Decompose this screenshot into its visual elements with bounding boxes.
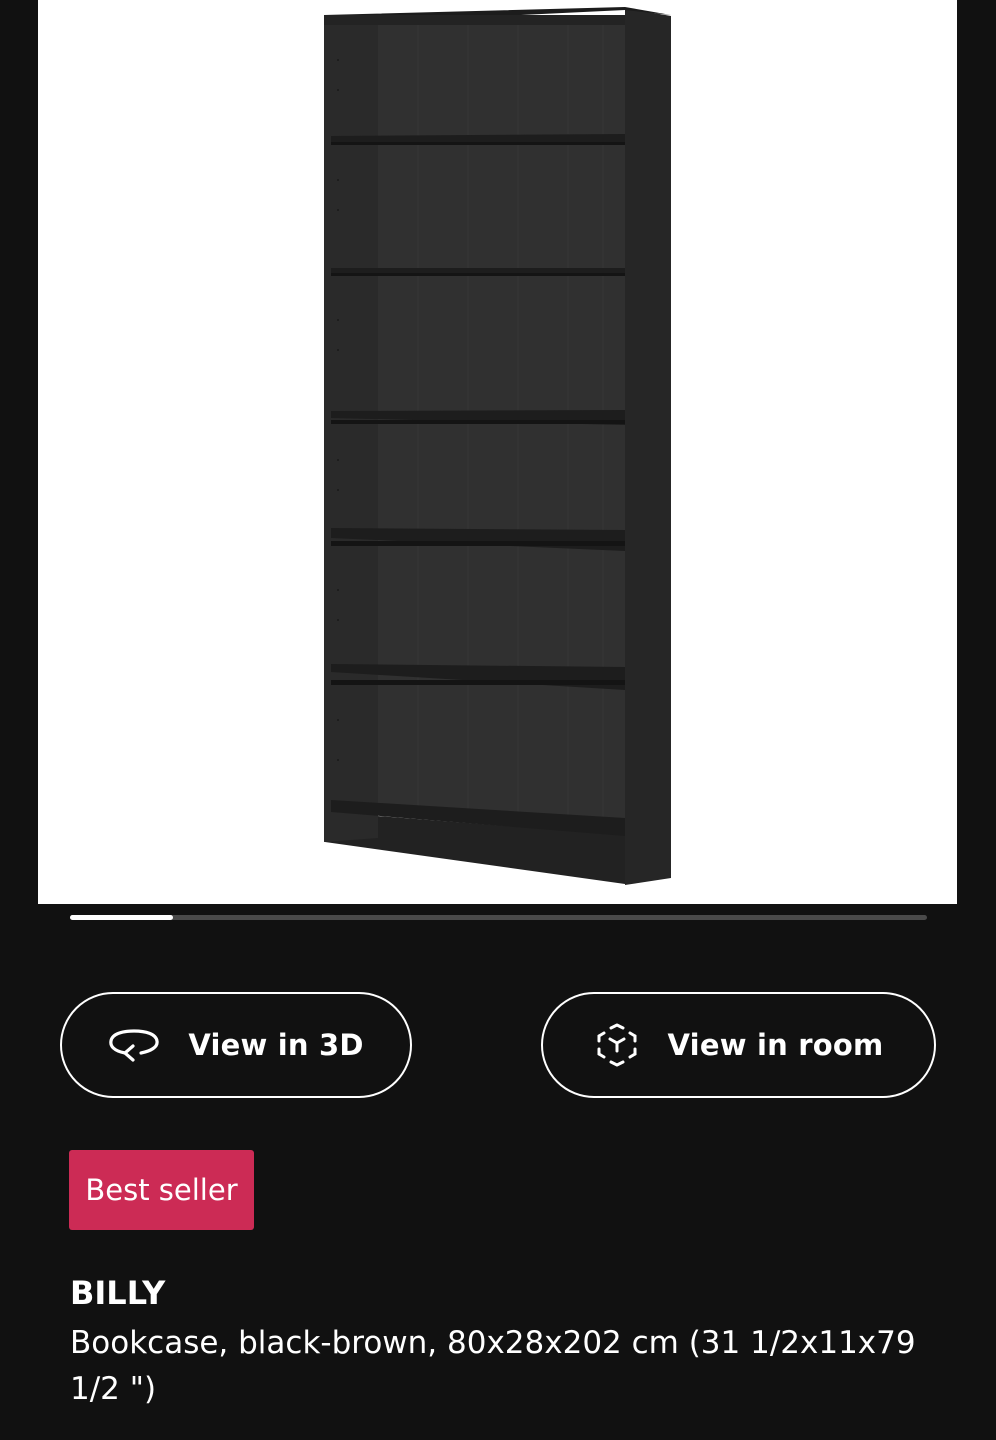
view-in-room-label: View in room bbox=[667, 1028, 884, 1062]
product-name: BILLY bbox=[70, 1274, 166, 1312]
view-in-room-button[interactable]: View in room bbox=[541, 992, 936, 1098]
bookcase-image bbox=[324, 7, 671, 885]
carousel-progress-indicator bbox=[70, 915, 173, 920]
view-in-3d-button[interactable]: View in 3D bbox=[60, 992, 412, 1098]
product-description: Bookcase, black-brown, 80x28x202 cm (31 … bbox=[70, 1325, 916, 1407]
augmented-reality-icon bbox=[594, 1022, 640, 1068]
carousel-progress-track[interactable] bbox=[70, 915, 927, 920]
product-image[interactable] bbox=[38, 0, 957, 904]
rotate-3d-icon bbox=[108, 1027, 160, 1063]
best-seller-badge: Best seller bbox=[69, 1150, 254, 1230]
view-in-3d-label: View in 3D bbox=[188, 1028, 364, 1062]
